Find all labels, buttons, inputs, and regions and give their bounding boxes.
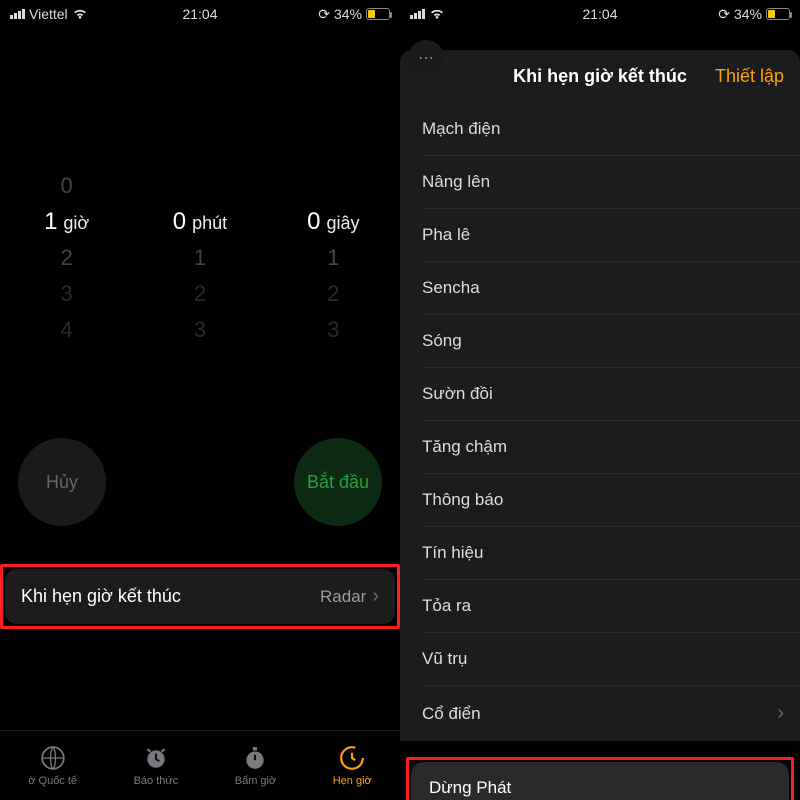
status-bar: 21:04 ⟳ 34% [400,0,800,28]
orientation-lock-icon: ⟳ [318,6,330,23]
sound-option-label: Nâng lên [422,172,490,192]
alarm-icon [143,745,169,771]
when-timer-ends-row[interactable]: Khi hẹn giờ kết thúc Radar › [5,569,395,624]
sound-option-label: Sencha [422,278,480,298]
stop-playing-row[interactable]: Dừng Phát [411,762,789,800]
tab-timer[interactable]: Hẹn giờ [333,745,372,787]
wifi-icon [429,8,445,20]
sound-option[interactable]: Sencha [422,262,800,315]
tab-world-clock[interactable]: ờ Quốc tế [28,745,77,787]
sheet-title: Khi hẹn giờ kết thúc [513,66,687,87]
sound-option[interactable]: Pha lê [422,209,800,262]
sound-option-label: Sóng [422,331,462,351]
when-timer-ends-label: Khi hẹn giờ kết thúc [21,586,181,607]
picker-hours-column[interactable]: 0 1giờ 2 3 4 [7,168,127,348]
battery-percent: 34% [734,6,762,22]
battery-percent: 34% [334,6,362,22]
orientation-lock-icon: ⟳ [718,6,730,23]
sound-option[interactable]: Mạch điện [422,103,800,156]
sound-option-label: Tỏa ra [422,596,471,616]
battery-icon [766,8,790,20]
sound-list[interactable]: Mạch điện Nâng lên Pha lê Sencha Sóng Sườn đồ… [400,103,800,741]
cancel-button[interactable]: Hủy [18,438,106,526]
sound-sheet: ⋯ Khi hẹn giờ kết thúc Thiết lập Mạch đi… [400,36,800,800]
sound-option[interactable]: Tỏa ra [422,580,800,633]
sound-option-label: Mạch điện [422,119,500,139]
stopwatch-icon [242,745,268,771]
signal-icon [10,9,25,19]
sound-option[interactable]: Cổ điển › [422,686,800,741]
sound-option[interactable]: Thông báo [422,474,800,527]
tab-bar: ờ Quốc tế Báo thức Bấm giờ Hẹn giờ [0,730,400,800]
tab-stopwatch[interactable]: Bấm giờ [235,745,276,787]
sound-option-label: Tín hiệu [422,543,483,563]
done-button[interactable]: Thiết lập [715,66,784,87]
wifi-icon [72,8,88,20]
button-row: Hủy Bắt đầu [0,438,400,526]
timer-icon [339,745,365,771]
when-timer-ends-highlight: Khi hẹn giờ kết thúc Radar › [0,564,400,629]
stop-playing-highlight: Dừng Phát [406,757,794,800]
sound-option-label: Sườn đồi [422,384,493,404]
picker-minutes-column[interactable]: 0phút 1 2 3 [140,168,260,348]
start-button[interactable]: Bắt đầu [294,438,382,526]
carrier-label: Viettel [29,6,68,22]
sound-option-label: Cổ điển [422,704,481,724]
signal-icon [410,9,425,19]
sound-option-label: Thông báo [422,490,503,510]
sound-option[interactable]: Sóng [422,315,800,368]
chevron-right-icon: › [777,702,784,725]
chevron-right-icon: › [372,585,379,608]
status-bar: Viettel 21:04 ⟳ 34% [0,0,400,28]
sheet-header: ⋯ Khi hẹn giờ kết thúc Thiết lập [400,50,800,103]
picker-seconds-column[interactable]: 0giây 1 2 3 [273,168,393,348]
pane-sound-picker: 21:04 ⟳ 34% ⋯ Khi hẹn giờ kết thúc Thiết… [400,0,800,800]
sound-option[interactable]: Tăng chậm [422,421,800,474]
sheet-grabber-icon[interactable]: ⋯ [408,40,444,76]
battery-icon [366,8,390,20]
sound-option-label: Pha lê [422,225,470,245]
sound-option[interactable]: Vũ trụ [422,633,800,686]
sound-option-label: Vũ trụ [422,649,467,669]
sound-option-label: Tăng chậm [422,437,507,457]
globe-icon [40,745,66,771]
sound-option[interactable]: Tín hiệu [422,527,800,580]
pane-timer: Viettel 21:04 ⟳ 34% 0 1giờ 2 3 4 [0,0,400,800]
time-picker[interactable]: 0 1giờ 2 3 4 0phút 1 2 3 0giây 1 2 3 [0,168,400,348]
sound-option[interactable]: Nâng lên [422,156,800,209]
sound-option[interactable]: Sườn đồi [422,368,800,421]
tab-alarm[interactable]: Báo thức [134,745,179,787]
when-timer-ends-value: Radar [320,587,366,607]
